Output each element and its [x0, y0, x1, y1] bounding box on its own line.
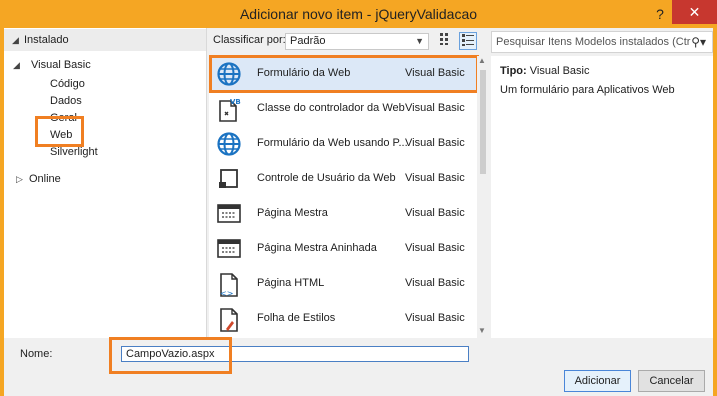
list-scrollbar[interactable]: ▲ ▼	[477, 56, 489, 338]
scroll-down-icon[interactable]: ▼	[478, 326, 486, 335]
stylesheet-icon	[217, 307, 241, 332]
template-name: Página HTML	[257, 277, 325, 289]
tree-installed-label: Instalado	[24, 34, 69, 46]
template-type: Visual Basic	[405, 137, 465, 149]
expand-triangle-icon[interactable]: ◢	[13, 60, 20, 71]
collapsed-triangle-icon[interactable]: ▷	[16, 174, 23, 185]
master-page-icon	[217, 237, 241, 261]
template-type: Visual Basic	[405, 102, 465, 114]
template-type: Visual Basic	[405, 207, 465, 219]
user-control-icon	[217, 167, 241, 191]
template-name: Controle de Usuário da Web	[257, 172, 396, 184]
details-type: Tipo: Visual Basic	[500, 65, 589, 77]
template-name: Folha de Estilos	[257, 312, 336, 324]
template-row[interactable]: <> Página HTML Visual Basic	[209, 267, 477, 301]
template-row[interactable]: Controle de Usuário da Web Visual Basic	[209, 162, 477, 196]
details-type-value: Visual Basic	[529, 65, 590, 77]
details-pane	[491, 56, 713, 338]
sort-dropdown[interactable]: Padrão ▼	[285, 33, 429, 50]
list-view-icon[interactable]	[459, 32, 477, 50]
template-name: Classe do controlador da Web	[257, 102, 405, 114]
template-type: Visual Basic	[405, 172, 465, 184]
tree-item-online[interactable]: Online	[29, 171, 61, 187]
scroll-up-icon[interactable]: ▲	[478, 56, 486, 65]
template-row[interactable]: Formulário da Web usando P... Visual Bas…	[209, 127, 477, 161]
template-name: Formulário da Web usando P...	[257, 137, 407, 149]
grid-view-icon[interactable]	[437, 32, 455, 50]
sort-label: Classificar por:	[213, 34, 286, 46]
tree-item-dados[interactable]: Dados	[50, 93, 82, 109]
template-type: Visual Basic	[405, 312, 465, 324]
template-row[interactable]: VB Classe do controlador da Web Visual B…	[209, 92, 477, 126]
template-type: Visual Basic	[405, 277, 465, 289]
search-icon[interactable]: ⚲▾	[691, 32, 706, 52]
master-page-icon	[217, 202, 241, 226]
template-row[interactable]: Página Mestra Visual Basic	[209, 197, 477, 231]
template-row[interactable]: Folha de Estilos Visual Basic	[209, 302, 477, 336]
cancel-button[interactable]: Cancelar	[638, 370, 705, 392]
details-description: Um formulário para Aplicativos Web	[500, 84, 675, 96]
name-highlight-frame	[109, 337, 232, 374]
template-type: Visual Basic	[405, 242, 465, 254]
template-name: Página Mestra Aninhada	[257, 242, 377, 254]
html-page-icon: <>	[217, 272, 241, 298]
window-frame-right	[713, 28, 717, 396]
chevron-down-icon: ▼	[415, 36, 424, 46]
window-title: Adicionar novo item - jQueryValidacao	[239, 6, 478, 22]
template-row[interactable]: Página Mestra Aninhada Visual Basic	[209, 232, 477, 266]
svg-text:<>: <>	[220, 289, 233, 298]
selected-item-highlight-frame	[209, 55, 479, 93]
template-list: Formulário da Web Visual Basic VB Classe…	[209, 56, 477, 338]
add-button[interactable]: Adicionar	[564, 370, 631, 392]
web-highlight-frame	[35, 116, 84, 147]
details-type-label: Tipo:	[500, 65, 527, 77]
search-input[interactable]: Pesquisar Itens Modelos instalados (Ctr …	[491, 31, 713, 53]
svg-text:VB: VB	[230, 98, 241, 106]
sort-value: Padrão	[290, 35, 326, 47]
close-button[interactable]: ✕	[672, 0, 717, 24]
tree-installed-header[interactable]: ◢ Instalado	[4, 29, 206, 51]
globe-icon	[217, 132, 241, 156]
vb-class-icon: VB	[217, 97, 241, 122]
tree-item-codigo[interactable]: Código	[50, 76, 85, 92]
help-button[interactable]: ?	[650, 4, 670, 24]
search-placeholder: Pesquisar Itens Modelos instalados (Ctr	[496, 36, 691, 48]
collapse-triangle-icon: ◢	[12, 35, 19, 45]
scrollbar-thumb[interactable]	[480, 70, 486, 174]
template-name: Página Mestra	[257, 207, 328, 219]
name-label: Nome:	[20, 348, 53, 360]
tree-item-visual-basic[interactable]: Visual Basic	[31, 57, 91, 73]
